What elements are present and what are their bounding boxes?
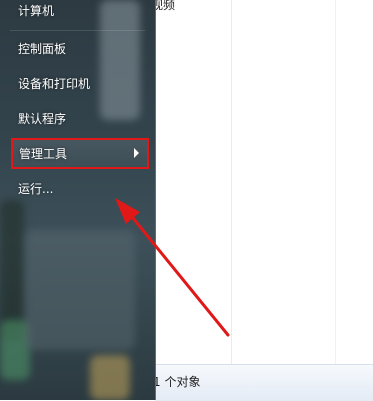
start-item-default-programs[interactable]: 默认程序 — [0, 103, 150, 133]
chevron-right-icon — [134, 148, 139, 158]
start-item-label: 计算机 — [18, 3, 55, 18]
start-item-label: 默认程序 — [18, 111, 67, 126]
start-item-computer[interactable]: 计算机 — [0, 0, 150, 25]
start-item-label: 控制面板 — [18, 41, 67, 56]
start-item-devices-printers[interactable]: 设备和打印机 — [0, 68, 150, 98]
start-item-control-panel[interactable]: 控制面板 — [0, 33, 150, 63]
start-item-label: 设备和打印机 — [18, 76, 91, 91]
file-list: 视频 — [151, 0, 373, 14]
column-divider — [335, 0, 336, 365]
background-blur — [25, 230, 135, 350]
start-item-run[interactable]: 运行... — [0, 173, 150, 203]
status-bar: 1 个对象 — [153, 364, 373, 401]
start-menu-pane: 计算机 控制面板 设备和打印机 默认程序 管理工具 运行... — [0, 0, 156, 400]
status-text: 1 个对象 — [153, 375, 201, 389]
menu-separator — [10, 30, 145, 31]
start-item-label: 管理工具 — [19, 147, 68, 161]
start-item-label: 运行... — [18, 181, 54, 196]
background-blur — [0, 200, 24, 340]
explorer-window: 视频 1 个对象 — [151, 0, 373, 401]
start-item-admin-tools[interactable]: 管理工具 — [11, 138, 149, 169]
column-divider — [231, 0, 232, 365]
background-blur — [90, 355, 130, 400]
